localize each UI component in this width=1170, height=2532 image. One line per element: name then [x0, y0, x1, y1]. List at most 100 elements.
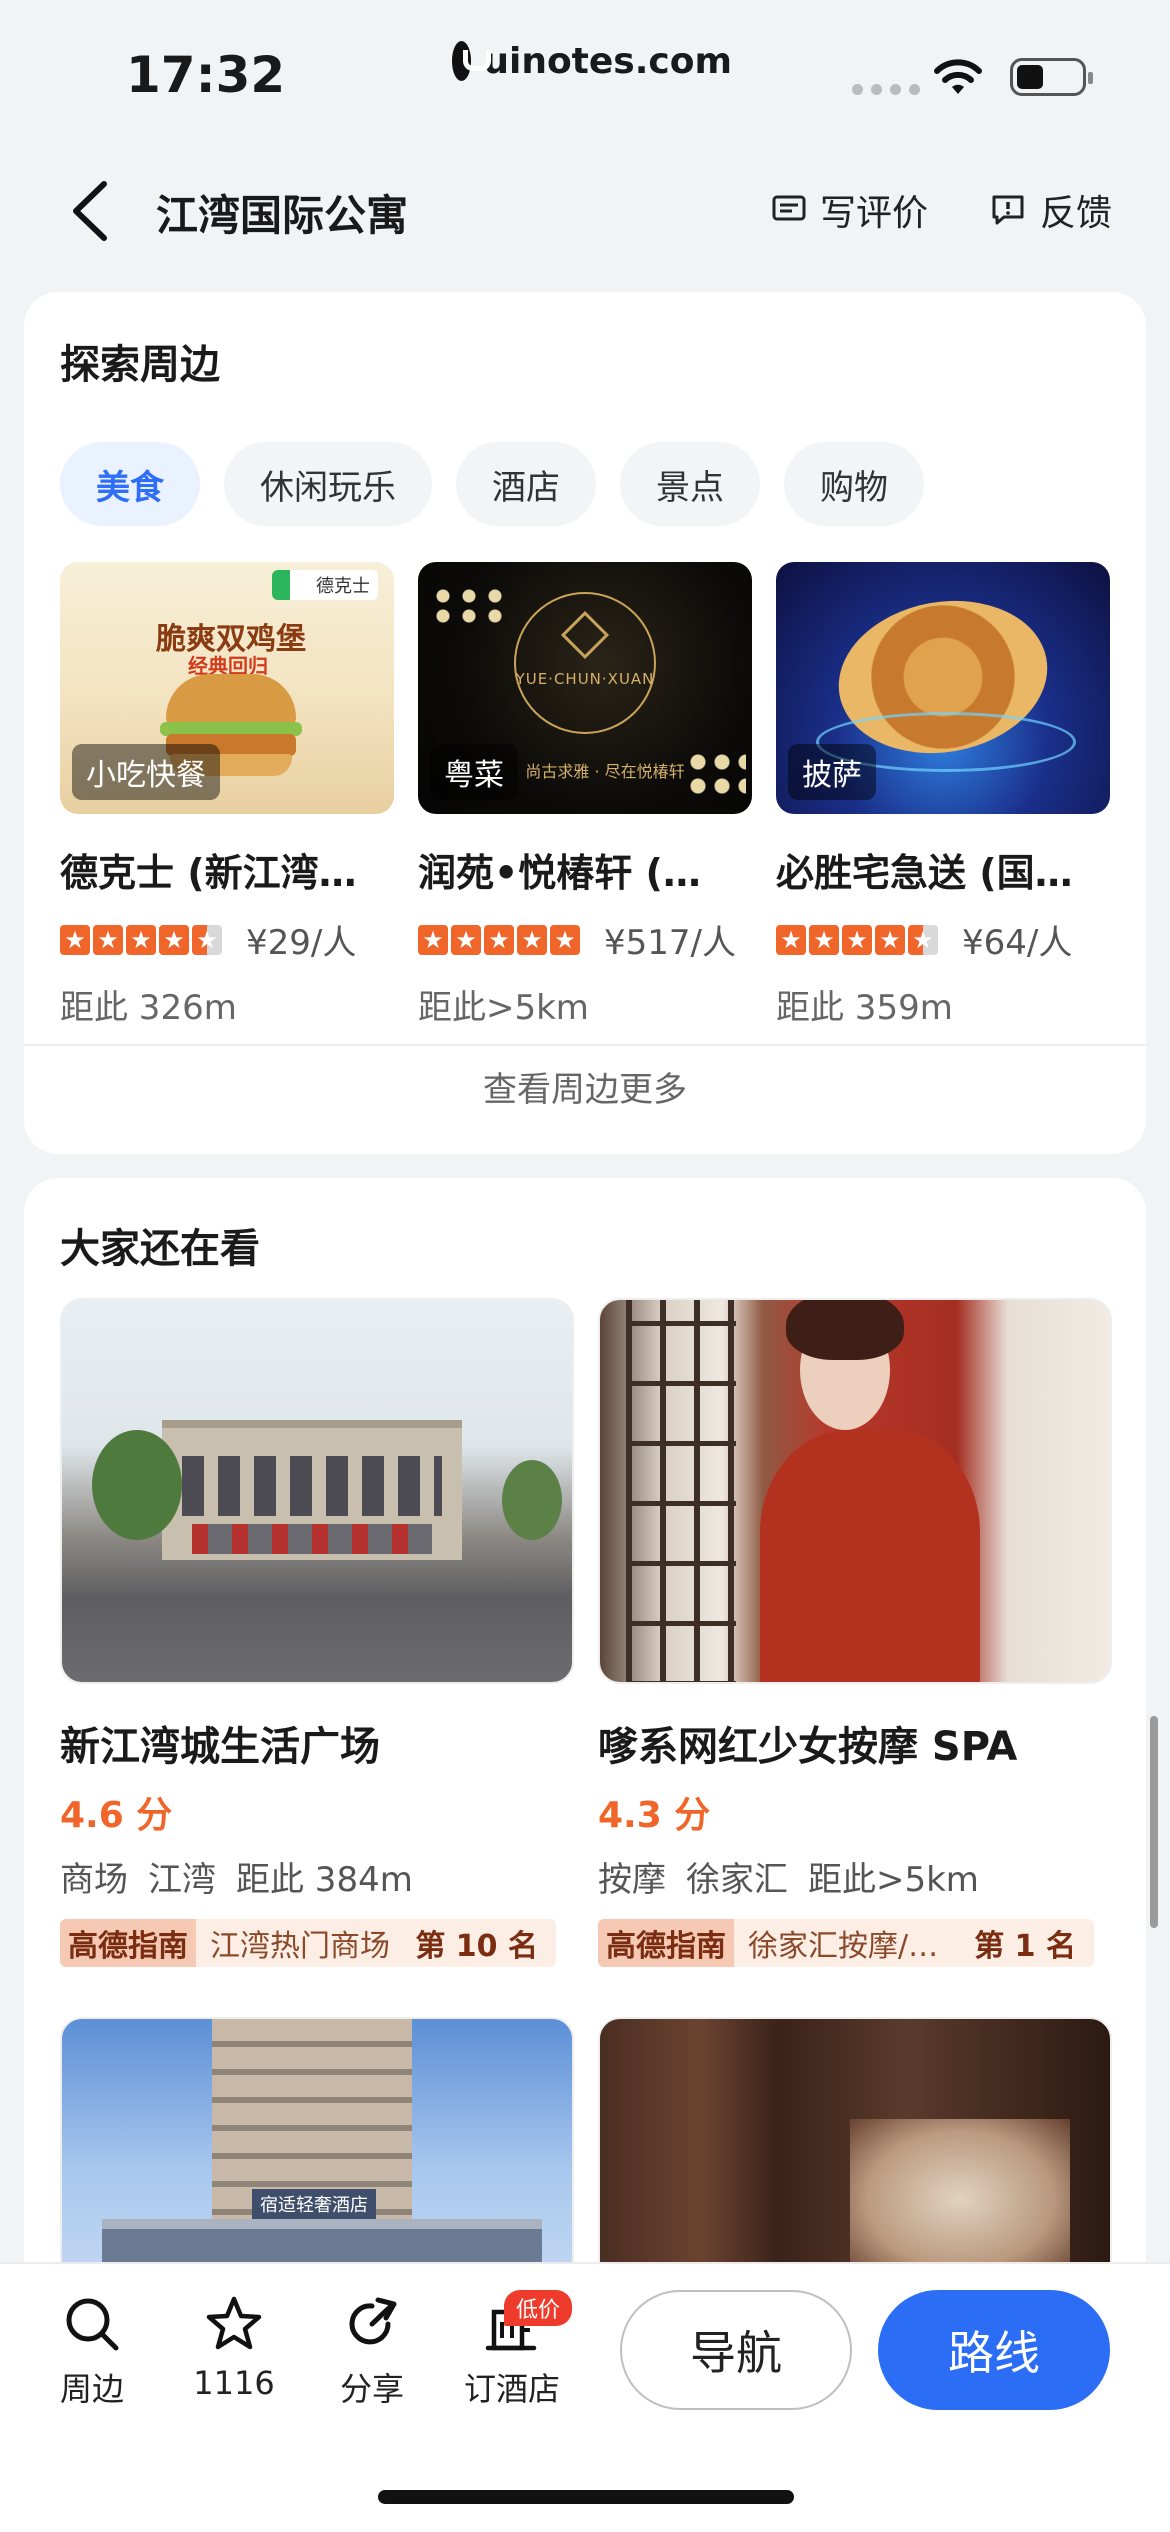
poi-price: ¥517/人: [604, 923, 736, 963]
poi-image: 披萨: [776, 562, 1110, 814]
chip-food[interactable]: 美食: [60, 442, 200, 526]
site-logo-icon: [452, 41, 492, 81]
low-price-badge: 低价: [504, 2290, 573, 2326]
poi-list: 德克士 脆爽双鸡堡 经典回归 小吃快餐 德克士 (新江湾… ¥29/人 距此 3…: [60, 562, 1110, 1029]
poi-rating-row: ¥517/人: [418, 915, 752, 964]
poi-name: 德克士 (新江湾…: [60, 851, 357, 895]
scroll-indicator: [1150, 1716, 1158, 1928]
hotel-sign: 宿适轻奢酒店: [252, 2189, 376, 2219]
place-image: [598, 1298, 1112, 1684]
chip-hotel[interactable]: 酒店: [456, 442, 596, 526]
poi-tag: 小吃快餐: [72, 744, 220, 800]
see-more-button[interactable]: 查看周边更多: [24, 1062, 1146, 1111]
poi-rating-row: ¥64/人: [776, 915, 1110, 964]
search-icon: [66, 2298, 119, 2351]
tab-label: 周边: [59, 2370, 124, 2408]
navigate-button[interactable]: 导航: [620, 2290, 852, 2410]
poi-card[interactable]: 德克士 脆爽双鸡堡 经典回归 小吃快餐 德克士 (新江湾… ¥29/人 距此 3…: [60, 562, 394, 1029]
signal-icon: [852, 84, 920, 95]
wall-panel: [850, 2119, 1070, 2279]
route-button[interactable]: 路线: [878, 2290, 1110, 2410]
recommendation-grid: 新江湾城生活广场 4.6 分 商场 江湾 距此 384m 高德指南 江湾热门商场…: [60, 1298, 1112, 2403]
home-indicator: [378, 2490, 794, 2504]
rating-stars-icon: [776, 923, 938, 957]
poi-distance: 距此>5km: [418, 988, 589, 1028]
building-illustration: [162, 1420, 462, 1560]
place-name: 新江湾城生活广场: [60, 1724, 380, 1770]
guide-label: 高德指南: [60, 1919, 196, 1967]
tab-nearby[interactable]: 周边: [22, 2294, 162, 2410]
poi-image: 德克士 脆爽双鸡堡 经典回归 小吃快餐: [60, 562, 394, 814]
feedback-icon: [992, 195, 1024, 225]
recommendation-card[interactable]: 嗲系网红少女按摩 SPA 4.3 分 按摩 徐家汇 距此>5km 高德指南 徐家…: [598, 1298, 1112, 1967]
poi-rating-row: ¥29/人: [60, 915, 394, 964]
back-arrow-icon[interactable]: [62, 176, 122, 246]
status-bar: 17:32 uinotes.com: [0, 0, 1170, 140]
flower-decoration: [430, 586, 510, 626]
place-meta: 按摩 徐家汇 距此>5km: [598, 1852, 1112, 1901]
section-title: 大家还在看: [60, 1226, 260, 1272]
poi-card[interactable]: YUE·CHUN·XUAN 尚古求雅 · 尽在悦椿轩 粤菜 润苑•悦椿轩 (… …: [418, 562, 752, 1029]
chip-shopping[interactable]: 购物: [784, 442, 924, 526]
kimono: [760, 1430, 980, 1682]
review-icon: [772, 195, 806, 221]
url-text: uinotes.com: [483, 40, 732, 82]
tab-label: 1116: [193, 2364, 275, 2402]
rating-stars-icon: [60, 923, 222, 957]
feedback-label: 反馈: [1040, 193, 1113, 234]
poi-name: 润苑•悦椿轩 (…: [418, 851, 701, 895]
page-title: 江湾国际公寓: [156, 191, 409, 240]
guide-text: 徐家汇按摩/…: [748, 1929, 939, 1964]
poi-card[interactable]: 披萨 必胜宅急送 (国… ¥64/人 距此 359m: [776, 562, 1110, 1029]
place-area: 江湾: [148, 1860, 216, 1900]
guide-rank: 第 1 名: [974, 1929, 1076, 1964]
wifi-icon: [934, 59, 982, 94]
poi-price: ¥64/人: [962, 923, 1073, 963]
flower-decoration: [686, 750, 746, 800]
status-time: 17:32: [126, 46, 286, 104]
url-pill[interactable]: uinotes.com: [440, 28, 732, 94]
nav-bar: 江湾国际公寓 写评价 反馈: [0, 160, 1170, 260]
guide-badge[interactable]: 高德指南 江湾热门商场 第 10 名: [60, 1919, 556, 1967]
person-hair: [786, 1300, 904, 1360]
poi-tag: 粤菜: [430, 744, 518, 800]
write-review-label: 写评价: [820, 193, 929, 234]
tab-label: 订酒店: [463, 2370, 560, 2408]
poi-image: YUE·CHUN·XUAN 尚古求雅 · 尽在悦椿轩 粤菜: [418, 562, 752, 814]
place-name: 嗲系网红少女按摩 SPA: [598, 1724, 1018, 1770]
place-image: [60, 1298, 574, 1684]
write-review-button[interactable]: 写评价: [772, 184, 928, 236]
tab-share[interactable]: 分享: [302, 2294, 442, 2410]
place-score: 4.3 分: [598, 1795, 711, 1836]
tree-illustration: [502, 1460, 562, 1540]
guide-badge[interactable]: 高德指南 徐家汇按摩/… 第 1 名: [598, 1919, 1094, 1967]
poi-distance: 距此 326m: [60, 988, 237, 1028]
rating-stars-icon: [418, 923, 580, 957]
place-area: 徐家汇: [686, 1860, 788, 1900]
star-icon: [206, 2296, 262, 2350]
tab-label: 分享: [339, 2370, 404, 2408]
poi-tag: 披萨: [788, 744, 876, 800]
place-category: 商场: [60, 1860, 128, 1900]
chip-attractions[interactable]: 景点: [620, 442, 760, 526]
battery-icon: [1010, 58, 1093, 96]
divider: [24, 1044, 1146, 1046]
screen-lattice: [626, 1300, 736, 1682]
place-meta: 商场 江湾 距此 384m: [60, 1852, 574, 1901]
place-distance: 距此>5km: [808, 1860, 979, 1900]
place-distance: 距此 384m: [236, 1860, 413, 1900]
poi-distance: 距此 359m: [776, 988, 953, 1028]
place-score: 4.6 分: [60, 1795, 173, 1836]
share-icon: [349, 2297, 397, 2345]
tree-illustration: [92, 1430, 182, 1540]
guide-label: 高德指南: [598, 1919, 734, 1967]
guide-text: 江湾热门商场: [210, 1929, 390, 1964]
chip-leisure[interactable]: 休闲玩乐: [224, 442, 432, 526]
explore-nearby-card: 探索周边 美食 休闲玩乐 酒店 景点 购物 德克士 脆爽双鸡堡 经典回归 小吃快…: [24, 292, 1146, 1154]
tab-favorite[interactable]: 1116: [164, 2294, 304, 2402]
feedback-button[interactable]: 反馈: [990, 184, 1112, 236]
recommendation-card[interactable]: 新江湾城生活广场 4.6 分 商场 江湾 距此 384m 高德指南 江湾热门商场…: [60, 1298, 574, 1967]
poi-price: ¥29/人: [246, 923, 357, 963]
poi-name: 必胜宅急送 (国…: [776, 851, 1073, 895]
brand-logo: 德克士: [272, 570, 378, 600]
